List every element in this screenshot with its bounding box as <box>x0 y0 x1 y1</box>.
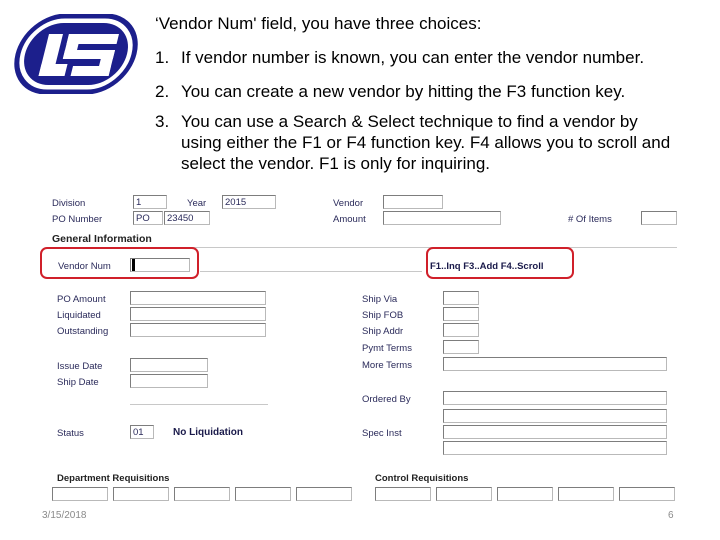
po-amount-label: PO Amount <box>57 294 106 305</box>
po-amount-field[interactable] <box>130 291 266 305</box>
items-count-field[interactable] <box>641 211 677 225</box>
choice-item-3: 3. You can use a Search & Select techniqu… <box>155 112 638 132</box>
dept-req-field-3[interactable] <box>174 487 230 501</box>
control-requisitions-title: Control Requisitions <box>375 473 469 484</box>
choice-number: 1. <box>155 48 170 67</box>
ship-addr-field[interactable] <box>443 323 479 337</box>
year-field[interactable]: 2015 <box>222 195 276 209</box>
footer-date: 3/15/2018 <box>42 510 87 521</box>
more-terms-field[interactable] <box>443 357 667 371</box>
page-number: 6 <box>668 510 674 521</box>
ship-date-extra-line <box>130 391 268 405</box>
control-req-field-1[interactable] <box>375 487 431 501</box>
ordered-by-field[interactable] <box>443 391 667 405</box>
department-requisitions-title: Department Requisitions <box>57 473 170 484</box>
status-description: No Liquidation <box>173 427 243 438</box>
control-req-field-4[interactable] <box>558 487 614 501</box>
year-label: Year <box>187 198 207 209</box>
more-terms-label: More Terms <box>362 360 412 371</box>
spec-inst-line-1[interactable] <box>443 409 667 423</box>
ship-date-field[interactable] <box>130 374 208 388</box>
slide-intro-text: ‘Vendor Num' field, you have three choic… <box>155 14 482 33</box>
choice-item-3-line-3: select the vendor. F1 is only for inquir… <box>181 154 490 173</box>
choice-number: 3. <box>155 112 170 131</box>
issue-date-field[interactable] <box>130 358 208 372</box>
choice-item-3-line-2: using either the F1 or F4 function key. … <box>181 133 671 152</box>
dept-req-field-2[interactable] <box>113 487 169 501</box>
control-req-field-5[interactable] <box>619 487 675 501</box>
po-entry-form: Division 1 Year 2015 Vendor PO Number PO… <box>40 188 681 525</box>
vendor-name-field <box>200 258 422 272</box>
ship-via-field[interactable] <box>443 291 479 305</box>
spec-inst-line-3[interactable] <box>443 441 667 455</box>
company-logo <box>14 14 138 94</box>
choice-item-2: 2. You can create a new vendor by hitting… <box>155 82 625 102</box>
pymt-terms-field[interactable] <box>443 340 479 354</box>
pymt-terms-label: Pymt Terms <box>362 343 412 354</box>
amount-field[interactable] <box>383 211 501 225</box>
po-number-field[interactable]: 23450 <box>164 211 210 225</box>
ordered-by-label: Ordered By <box>362 394 411 405</box>
po-prefix-field[interactable]: PO <box>133 211 163 225</box>
dept-req-field-1[interactable] <box>52 487 108 501</box>
outstanding-field[interactable] <box>130 323 266 337</box>
general-information-title: General Information <box>52 233 152 245</box>
choice-text: If vendor number is known, you can enter… <box>181 48 645 67</box>
choice-number: 2. <box>155 82 170 101</box>
items-count-label: # Of Items <box>568 214 612 225</box>
issue-date-label: Issue Date <box>57 361 103 372</box>
control-req-field-3[interactable] <box>497 487 553 501</box>
dept-req-field-4[interactable] <box>235 487 291 501</box>
ship-fob-field[interactable] <box>443 307 479 321</box>
vendor-field[interactable] <box>383 195 443 209</box>
control-req-field-2[interactable] <box>436 487 492 501</box>
ship-addr-label: Ship Addr <box>362 326 404 337</box>
choice-text: You can use a Search & Select technique … <box>181 112 638 131</box>
vendor-num-highlight <box>40 247 199 279</box>
function-key-highlight <box>426 247 574 279</box>
status-label: Status <box>57 428 84 439</box>
amount-label: Amount <box>333 214 366 225</box>
status-field[interactable]: 01 <box>130 425 154 439</box>
division-field[interactable]: 1 <box>133 195 167 209</box>
dept-req-field-5[interactable] <box>296 487 352 501</box>
choice-item-1: 1. If vendor number is known, you can ent… <box>155 48 644 68</box>
outstanding-label: Outstanding <box>57 326 109 337</box>
choice-text: You can create a new vendor by hitting t… <box>181 82 626 101</box>
vendor-label: Vendor <box>333 198 364 209</box>
liquidated-field[interactable] <box>130 307 266 321</box>
ship-fob-label: Ship FOB <box>362 310 404 321</box>
ship-date-label: Ship Date <box>57 377 99 388</box>
liquidated-label: Liquidated <box>57 310 101 321</box>
division-label: Division <box>52 198 86 209</box>
ship-via-label: Ship Via <box>362 294 398 305</box>
po-number-label: PO Number <box>52 214 103 225</box>
spec-inst-line-2[interactable] <box>443 425 667 439</box>
spec-inst-label: Spec Inst <box>362 428 402 439</box>
